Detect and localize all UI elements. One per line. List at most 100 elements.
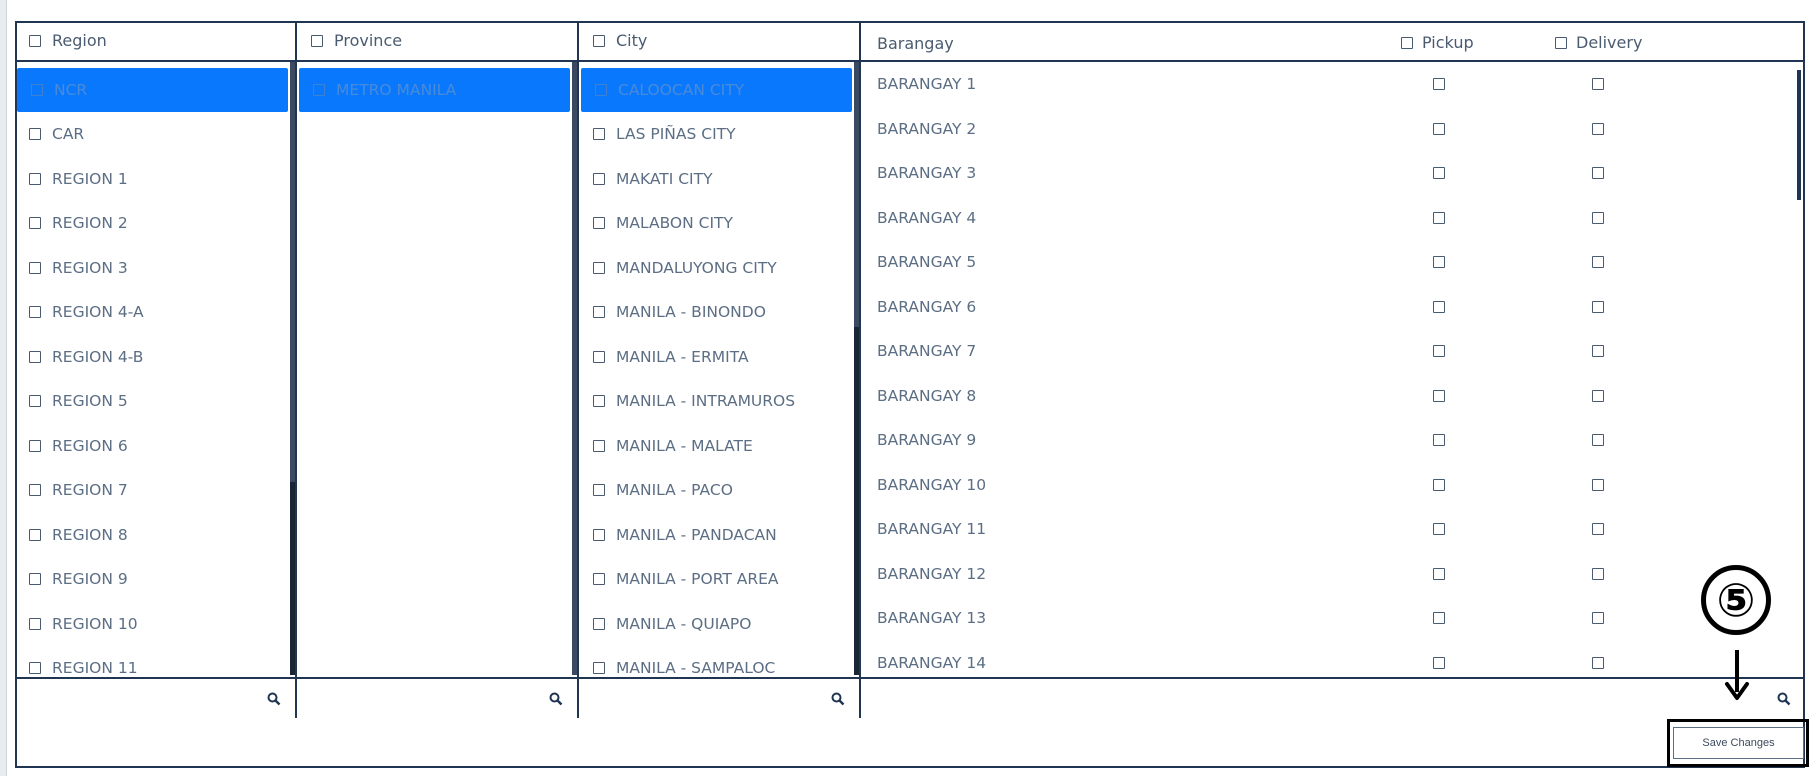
region-item-checkbox[interactable] (29, 128, 41, 141)
region-item-checkbox[interactable] (29, 306, 41, 319)
city-list-item[interactable]: MAKATI CITY (579, 157, 859, 202)
city-list-item[interactable]: MANILA - ERMITA (579, 335, 859, 380)
region-item-checkbox[interactable] (29, 662, 41, 675)
barangay-search[interactable] (861, 677, 1805, 718)
delivery-checkbox[interactable] (1592, 78, 1604, 91)
region-item-checkbox[interactable] (29, 573, 41, 586)
region-select-all-checkbox[interactable] (29, 34, 41, 47)
delivery-checkbox[interactable] (1592, 300, 1604, 313)
city-item-checkbox[interactable] (593, 484, 605, 497)
region-list-item[interactable]: REGION 8 (15, 513, 295, 558)
barangay-list-item[interactable]: BARANGAY 13 (861, 596, 1805, 641)
barangay-list-item[interactable]: BARANGAY 7 (861, 329, 1805, 374)
barangay-list-item[interactable]: BARANGAY 9 (861, 418, 1805, 463)
region-item-checkbox[interactable] (29, 528, 41, 541)
pickup-checkbox[interactable] (1433, 523, 1445, 536)
province-search[interactable] (297, 677, 577, 718)
search-icon[interactable] (1777, 692, 1791, 706)
barangay-list-item[interactable]: BARANGAY 4 (861, 196, 1805, 241)
city-list-item[interactable]: MANILA - PORT AREA (579, 557, 859, 602)
city-scrollbar[interactable] (854, 62, 859, 675)
region-list-item[interactable]: CAR (15, 112, 295, 157)
city-list-item[interactable]: MANILA - MALATE (579, 424, 859, 469)
city-item-checkbox[interactable] (593, 261, 605, 274)
region-list-item[interactable]: REGION 3 (15, 246, 295, 291)
city-list-item[interactable]: CALOOCAN CITY (581, 68, 852, 112)
region-item-checkbox[interactable] (29, 617, 41, 630)
city-item-checkbox[interactable] (593, 573, 605, 586)
city-list-item[interactable]: MANDALUYONG CITY (579, 246, 859, 291)
city-list-item[interactable]: LAS PIÑAS CITY (579, 112, 859, 157)
pickup-checkbox[interactable] (1433, 567, 1445, 580)
pickup-checkbox[interactable] (1433, 256, 1445, 269)
city-list-item[interactable]: MANILA - BINONDO (579, 290, 859, 335)
city-list[interactable]: CALOOCAN CITY LAS PIÑAS CITY MAKATI CITY MA… (579, 62, 859, 675)
city-list-item[interactable]: MANILA - PANDACAN (579, 513, 859, 558)
delivery-checkbox[interactable] (1592, 656, 1604, 669)
pickup-checkbox[interactable] (1433, 167, 1445, 180)
region-list-item[interactable]: REGION 2 (15, 201, 295, 246)
delivery-checkbox[interactable] (1592, 122, 1604, 135)
barangay-list-item[interactable]: BARANGAY 14 (861, 641, 1805, 676)
region-scroll-thumb[interactable] (290, 482, 295, 675)
delivery-select-all-checkbox[interactable] (1555, 36, 1567, 49)
province-select-all-checkbox[interactable] (311, 34, 323, 47)
region-list-item[interactable]: REGION 6 (15, 424, 295, 469)
city-item-checkbox[interactable] (593, 528, 605, 541)
region-item-checkbox[interactable] (31, 84, 43, 96)
region-item-checkbox[interactable] (29, 439, 41, 452)
barangay-list-item[interactable]: BARANGAY 1 (861, 62, 1805, 107)
pickup-checkbox[interactable] (1433, 434, 1445, 447)
delivery-checkbox[interactable] (1592, 612, 1604, 625)
region-list-item[interactable]: REGION 4-B (15, 335, 295, 380)
search-icon[interactable] (549, 692, 563, 706)
city-select-all-checkbox[interactable] (593, 34, 605, 47)
city-item-checkbox[interactable] (593, 395, 605, 408)
region-search[interactable] (15, 677, 295, 718)
barangay-list-item[interactable]: BARANGAY 8 (861, 374, 1805, 419)
barangay-scroll-thumb[interactable] (1797, 70, 1801, 200)
pickup-checkbox[interactable] (1433, 300, 1445, 313)
pickup-checkbox[interactable] (1433, 122, 1445, 135)
city-scroll-thumb[interactable] (854, 327, 859, 675)
city-list-item[interactable]: MANILA - PACO (579, 468, 859, 513)
delivery-checkbox[interactable] (1592, 523, 1604, 536)
delivery-checkbox[interactable] (1592, 389, 1604, 402)
region-list-item[interactable]: REGION 9 (15, 557, 295, 602)
city-list-item[interactable]: MANILA - SAMPALOC (579, 646, 859, 675)
province-item-checkbox[interactable] (313, 84, 325, 96)
pickup-checkbox[interactable] (1433, 612, 1445, 625)
region-item-checkbox[interactable] (29, 395, 41, 408)
save-changes-button[interactable]: Save Changes (1673, 727, 1804, 759)
barangay-list-item[interactable]: BARANGAY 2 (861, 107, 1805, 152)
city-item-checkbox[interactable] (593, 128, 605, 141)
delivery-checkbox[interactable] (1592, 167, 1604, 180)
barangay-list[interactable]: BARANGAY 1 BARANGAY 2 BARANGAY 3 BARANGAY 4… (861, 62, 1805, 675)
city-item-checkbox[interactable] (595, 84, 607, 96)
region-item-checkbox[interactable] (29, 484, 41, 497)
city-item-checkbox[interactable] (593, 350, 605, 363)
pickup-checkbox[interactable] (1433, 478, 1445, 491)
region-list-item[interactable]: REGION 10 (15, 602, 295, 647)
region-list-item[interactable]: REGION 1 (15, 157, 295, 202)
delivery-checkbox[interactable] (1592, 434, 1604, 447)
region-list[interactable]: NCR CAR REGION 1 REGION 2 REGION 3 REGION 4-A… (15, 62, 295, 675)
delivery-checkbox[interactable] (1592, 211, 1604, 224)
province-list[interactable]: METRO MANILA (297, 62, 577, 675)
pickup-checkbox[interactable] (1433, 656, 1445, 669)
delivery-checkbox[interactable] (1592, 256, 1604, 269)
barangay-list-item[interactable]: BARANGAY 11 (861, 507, 1805, 552)
barangay-list-item[interactable]: BARANGAY 10 (861, 463, 1805, 508)
region-item-checkbox[interactable] (29, 172, 41, 185)
city-item-checkbox[interactable] (593, 217, 605, 230)
city-item-checkbox[interactable] (593, 439, 605, 452)
city-item-checkbox[interactable] (593, 662, 605, 675)
province-scrollbar[interactable] (572, 62, 577, 675)
region-list-item[interactable]: NCR (17, 68, 288, 112)
pickup-checkbox[interactable] (1433, 345, 1445, 358)
city-search[interactable] (579, 677, 859, 718)
region-scrollbar[interactable] (290, 62, 295, 675)
region-item-checkbox[interactable] (29, 350, 41, 363)
province-list-item[interactable]: METRO MANILA (299, 68, 570, 112)
delivery-checkbox[interactable] (1592, 345, 1604, 358)
